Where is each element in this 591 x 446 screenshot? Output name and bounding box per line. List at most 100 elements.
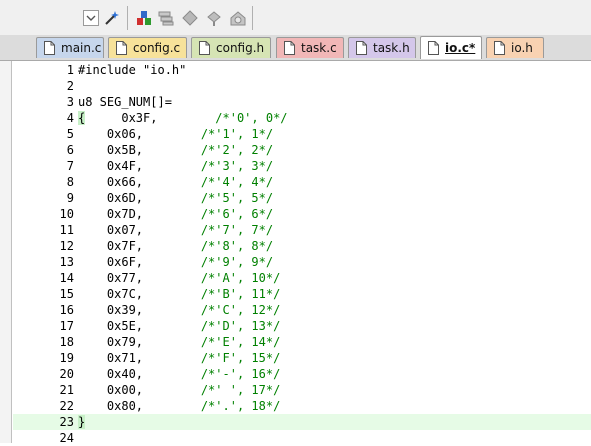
line-number: 13: [59, 255, 74, 269]
line-number: 17: [59, 319, 74, 333]
file-icon: [116, 41, 127, 55]
code-text: 0x40, /*'-', 16*/: [78, 367, 281, 381]
code-line[interactable]: 9 0x6D, /*'5', 5*/: [13, 190, 591, 206]
code-line[interactable]: 8 0x66, /*'4', 4*/: [13, 174, 591, 190]
toolbar-separator: [252, 6, 253, 30]
line-number: 8: [66, 175, 74, 189]
line-number: 15: [59, 287, 74, 301]
code-text: 0x5E, /*'D', 13*/: [78, 319, 281, 333]
code-line[interactable]: 2: [13, 78, 591, 94]
code-line[interactable]: 22 0x80, /*'.', 18*/: [13, 398, 591, 414]
tab-task-c[interactable]: task.c: [276, 37, 344, 58]
code-line[interactable]: 5 0x06, /*'1', 1*/: [13, 126, 591, 142]
code-text: 0x6F, /*'9', 9*/: [78, 255, 274, 269]
tab-label: io.h: [511, 41, 533, 55]
line-number: 16: [59, 303, 74, 317]
code-text: 0x79, /*'E', 14*/: [78, 335, 281, 349]
line-number: 12: [59, 239, 74, 253]
toolbar-separator: [127, 6, 128, 30]
code-line[interactable]: 18 0x79, /*'E', 14*/: [13, 334, 591, 350]
code-line[interactable]: 13 0x6F, /*'9', 9*/: [13, 254, 591, 270]
code-line[interactable]: 21 0x00, /*' ', 17*/: [13, 382, 591, 398]
code-line[interactable]: 12 0x7F, /*'8', 8*/: [13, 238, 591, 254]
code-text: 0x80, /*'.', 18*/: [78, 399, 281, 413]
code-text: 0x71, /*'F', 15*/: [78, 351, 281, 365]
tab-label: main.c: [61, 41, 102, 55]
line-number: 21: [59, 383, 74, 397]
code-line[interactable]: 11 0x07, /*'7', 7*/: [13, 222, 591, 238]
code-line[interactable]: 16 0x39, /*'C', 12*/: [13, 302, 591, 318]
line-number: 20: [59, 367, 74, 381]
build-icon[interactable]: [135, 9, 153, 27]
tab-io-h[interactable]: io.h: [486, 37, 544, 58]
wand-icon[interactable]: [103, 9, 121, 27]
line-number: 2: [66, 79, 74, 93]
code-line[interactable]: 23}: [13, 414, 591, 430]
line-number: 4: [66, 111, 74, 125]
line-number: 14: [59, 271, 74, 285]
file-icon: [199, 41, 210, 55]
tab-io-c[interactable]: io.c*: [420, 36, 482, 59]
tab-label: io.c*: [445, 41, 476, 55]
code-line[interactable]: 10 0x7D, /*'6', 6*/: [13, 206, 591, 222]
code-line[interactable]: 20 0x40, /*'-', 16*/: [13, 366, 591, 382]
code-text: 0x07, /*'7', 7*/: [78, 223, 274, 237]
line-number: 7: [66, 159, 74, 173]
code-line[interactable]: 7 0x4F, /*'3', 3*/: [13, 158, 591, 174]
line-number: 22: [59, 399, 74, 413]
file-icon: [428, 41, 439, 55]
left-panel-edge: [0, 35, 12, 443]
tab-config-c[interactable]: config.c: [108, 37, 187, 58]
code-line[interactable]: 1 #include "io.h": [13, 62, 591, 78]
line-number: 19: [59, 351, 74, 365]
tab-label: task.h: [373, 41, 410, 55]
line-number: 11: [59, 223, 74, 237]
code-text: 0x4F, /*'3', 3*/: [78, 159, 274, 173]
code-text: { 0x3F, /*'0', 0*/: [78, 111, 288, 125]
code-text: 0x7C, /*'B', 11*/: [78, 287, 281, 301]
file-icon: [44, 41, 55, 55]
code-text: 0x6D, /*'5', 5*/: [78, 191, 274, 205]
tab-main-c[interactable]: main.c: [36, 37, 104, 58]
code-line[interactable]: 19 0x71, /*'F', 15*/: [13, 350, 591, 366]
tab-label: task.c: [301, 41, 337, 55]
dropdown-combo-icon[interactable]: [82, 9, 100, 27]
code-editor[interactable]: 1 #include "io.h" 2 3 u8 SEG_NUM[]= 4{ 0x3F, …: [13, 61, 591, 446]
code-text: 0x5B, /*'2', 2*/: [78, 143, 274, 157]
line-number: 9: [66, 191, 74, 205]
line-number: 18: [59, 335, 74, 349]
code-text: u8 SEG_NUM[]=: [78, 95, 172, 109]
diamond-icon[interactable]: [181, 9, 199, 27]
stack-icon[interactable]: [157, 9, 175, 27]
line-number: 23: [59, 415, 74, 429]
line-number: 24: [59, 431, 74, 445]
code-line[interactable]: 15 0x7C, /*'B', 11*/: [13, 286, 591, 302]
code-line[interactable]: 24: [13, 430, 591, 446]
tab-task-h[interactable]: task.h: [348, 37, 416, 58]
code-line[interactable]: 4 { 0x3F, /*'0', 0*/: [13, 110, 591, 126]
tab-label: config.h: [216, 41, 265, 55]
tab-label: config.c: [133, 41, 181, 55]
code-text: 0x77, /*'A', 10*/: [78, 271, 281, 285]
file-icon: [494, 41, 505, 55]
line-number: 1: [66, 63, 74, 77]
code-text: 0x66, /*'4', 4*/: [78, 175, 274, 189]
code-line[interactable]: 17 0x5E, /*'D', 13*/: [13, 318, 591, 334]
code-text: 0x39, /*'C', 12*/: [78, 303, 281, 317]
line-number: 6: [66, 143, 74, 157]
file-icon: [356, 41, 367, 55]
flag-icon[interactable]: [205, 9, 223, 27]
line-number: 3: [66, 95, 74, 109]
code-text: 0x7F, /*'8', 8*/: [78, 239, 274, 253]
code-line[interactable]: 14 0x77, /*'A', 10*/: [13, 270, 591, 286]
gear-chip-icon[interactable]: [229, 9, 247, 27]
file-icon: [284, 41, 295, 55]
code-text: }: [78, 415, 86, 429]
file-tab-bar: main.c config.c config.h task.c task.h i…: [0, 35, 591, 61]
code-text: #include "io.h": [78, 63, 187, 77]
code-line[interactable]: 3 u8 SEG_NUM[]=: [13, 94, 591, 110]
toolbar: [0, 0, 591, 36]
code-line[interactable]: 6 0x5B, /*'2', 2*/: [13, 142, 591, 158]
code-text: 0x06, /*'1', 1*/: [78, 127, 274, 141]
tab-config-h[interactable]: config.h: [191, 37, 271, 58]
